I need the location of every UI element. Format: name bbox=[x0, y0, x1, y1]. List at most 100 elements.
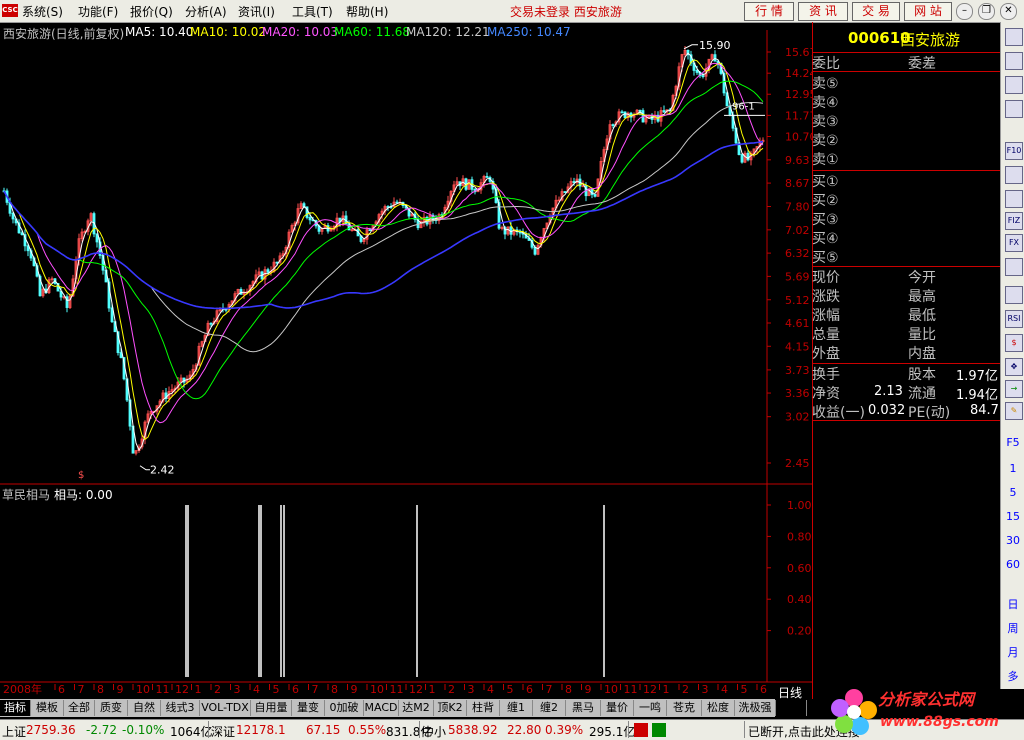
indicator-tab[interactable]: MACD bbox=[364, 700, 399, 716]
market-button[interactable]: 行 情 bbox=[744, 2, 794, 21]
list-icon[interactable] bbox=[1005, 100, 1023, 118]
candle-body bbox=[611, 124, 615, 127]
month-label: 6 bbox=[760, 683, 767, 696]
indicator-tab[interactable]: 全部 bbox=[64, 700, 95, 716]
sh-volume: 1064亿 bbox=[170, 725, 213, 739]
period-month[interactable]: 月 bbox=[1001, 644, 1024, 660]
indicator-tab[interactable]: 质变 bbox=[95, 700, 128, 716]
indicator-tab[interactable]: 研判 bbox=[776, 700, 807, 716]
sell4-label: 卖④ bbox=[812, 95, 839, 111]
indicator-tab[interactable]: 自然 bbox=[128, 700, 161, 716]
move-icon[interactable]: ✥ bbox=[1005, 358, 1023, 376]
candle-body bbox=[368, 229, 372, 232]
search-icon[interactable] bbox=[1005, 258, 1023, 276]
fund-icon[interactable] bbox=[1005, 166, 1023, 184]
indicator-tab[interactable]: 柱背 bbox=[467, 700, 500, 716]
kline-chart[interactable]: 15.90 2.42 96-1 $ 15.67 14.24 12.95 11.77 10.70… bbox=[0, 22, 812, 699]
range-label: 96-1 bbox=[732, 101, 755, 112]
zx-value: 5838.92 bbox=[448, 723, 498, 737]
news-button[interactable]: 资 讯 bbox=[798, 2, 848, 21]
period-1min[interactable]: 1 bbox=[1001, 462, 1024, 475]
flower-logo-icon bbox=[831, 689, 877, 735]
price-tick-label: 9.63 bbox=[785, 154, 810, 167]
menu-system[interactable]: 系统(S) bbox=[22, 3, 63, 20]
pe-value: 84.7 bbox=[970, 403, 999, 418]
indicator-tab[interactable]: 洗极强 bbox=[735, 700, 776, 716]
ind-tick-label: 0.20 bbox=[787, 625, 812, 638]
indicator-tab[interactable]: 达M2 bbox=[399, 700, 434, 716]
high-label: 最高 bbox=[908, 289, 936, 305]
indicator-tab[interactable]: VOL-TDX bbox=[200, 700, 251, 716]
low-label: 2.42 bbox=[150, 464, 175, 477]
indicator-tab[interactable]: 自用量 bbox=[251, 700, 292, 716]
indicator-tab[interactable]: 顶K2 bbox=[434, 700, 467, 716]
grid-icon[interactable] bbox=[1005, 286, 1023, 304]
outer-label: 外盘 bbox=[812, 346, 840, 362]
menu-quote[interactable]: 报价(Q) bbox=[130, 3, 173, 20]
dollar-icon[interactable]: $ bbox=[1005, 334, 1023, 352]
fx-icon[interactable]: FX bbox=[1005, 234, 1023, 252]
restore-icon[interactable]: ❐ bbox=[978, 3, 995, 20]
candle-body bbox=[209, 322, 213, 325]
indicator-tab[interactable]: 线式3 bbox=[161, 700, 200, 716]
month-label: 5 bbox=[507, 683, 514, 696]
indicator-tab[interactable]: 指标 bbox=[0, 700, 31, 716]
period-30min[interactable]: 30 bbox=[1001, 534, 1024, 547]
chart-icon[interactable] bbox=[1005, 28, 1023, 46]
eps-label: 收益(一) bbox=[812, 405, 865, 421]
high-label: 15.90 bbox=[699, 39, 731, 52]
indicator-tab[interactable]: 黑马 bbox=[566, 700, 601, 716]
indicator-tab[interactable]: 0加破 bbox=[325, 700, 364, 716]
menu-info[interactable]: 资讯(I) bbox=[238, 3, 275, 20]
signal-icon bbox=[634, 723, 648, 737]
candle-icon[interactable] bbox=[1005, 52, 1023, 70]
indicator-tab[interactable]: 缠1 bbox=[500, 700, 533, 716]
trade-button[interactable]: 交 易 bbox=[852, 2, 900, 21]
trade-icon[interactable] bbox=[1005, 190, 1023, 208]
buy1-label: 买① bbox=[812, 174, 839, 190]
period-label[interactable]: 日线 bbox=[778, 684, 802, 701]
zx-pct: 0.39% bbox=[545, 723, 584, 737]
net-asset-label: 净资 bbox=[812, 386, 840, 402]
candle-body bbox=[485, 175, 489, 178]
indicator-tab[interactable]: 苍克 bbox=[667, 700, 702, 716]
f10-icon[interactable]: F10 bbox=[1005, 142, 1023, 160]
indicator-tab[interactable]: 缠2 bbox=[533, 700, 566, 716]
inner-label: 内盘 bbox=[908, 346, 936, 362]
candle-body bbox=[638, 109, 642, 112]
share-cap-label: 股本 bbox=[908, 367, 936, 383]
export-icon[interactable]: → bbox=[1005, 380, 1023, 398]
eps-value: 0.032 bbox=[868, 403, 906, 418]
price-tick-label: 5.69 bbox=[785, 270, 810, 283]
minimize-icon[interactable]: – bbox=[956, 3, 973, 20]
period-60min[interactable]: 60 bbox=[1001, 558, 1024, 571]
indicator-tab[interactable]: 量价 bbox=[601, 700, 634, 716]
menu-help[interactable]: 帮助(H) bbox=[346, 3, 388, 20]
indicator-tab[interactable]: 量变 bbox=[292, 700, 325, 716]
menu-function[interactable]: 功能(F) bbox=[78, 3, 118, 20]
close-icon[interactable]: ✕ bbox=[1000, 3, 1017, 20]
period-15min[interactable]: 15 bbox=[1001, 510, 1024, 523]
period-multi[interactable]: 多 bbox=[1001, 668, 1024, 684]
month-label: 9 bbox=[351, 683, 358, 696]
menu-tools[interactable]: 工具(T) bbox=[292, 3, 333, 20]
indicator-tab[interactable]: 模板 bbox=[31, 700, 64, 716]
price-tick-label: 3.36 bbox=[785, 387, 810, 400]
rsi-icon[interactable]: RSI bbox=[1005, 310, 1023, 328]
period-5min[interactable]: 5 bbox=[1001, 486, 1024, 499]
fiz-icon[interactable]: FIZ bbox=[1005, 212, 1023, 230]
watermark-url: www.88gs.com bbox=[880, 714, 999, 730]
month-label: 2 bbox=[448, 683, 455, 696]
indicator-tab[interactable]: 一鸣 bbox=[634, 700, 667, 716]
indicator-tab[interactable]: 松度 bbox=[702, 700, 735, 716]
period-week[interactable]: 周 bbox=[1001, 620, 1024, 636]
menu-analysis[interactable]: 分析(A) bbox=[185, 3, 227, 20]
bar-icon[interactable] bbox=[1005, 76, 1023, 94]
app-logo: CSC bbox=[2, 4, 18, 17]
volume-ratio-label: 量比 bbox=[908, 327, 936, 343]
period-f5[interactable]: F5 bbox=[1001, 436, 1024, 449]
website-button[interactable]: 网 站 bbox=[904, 2, 952, 21]
month-label: 5 bbox=[741, 683, 748, 696]
period-day[interactable]: 日 bbox=[1001, 596, 1024, 612]
pen-icon[interactable]: ✎ bbox=[1005, 402, 1023, 420]
